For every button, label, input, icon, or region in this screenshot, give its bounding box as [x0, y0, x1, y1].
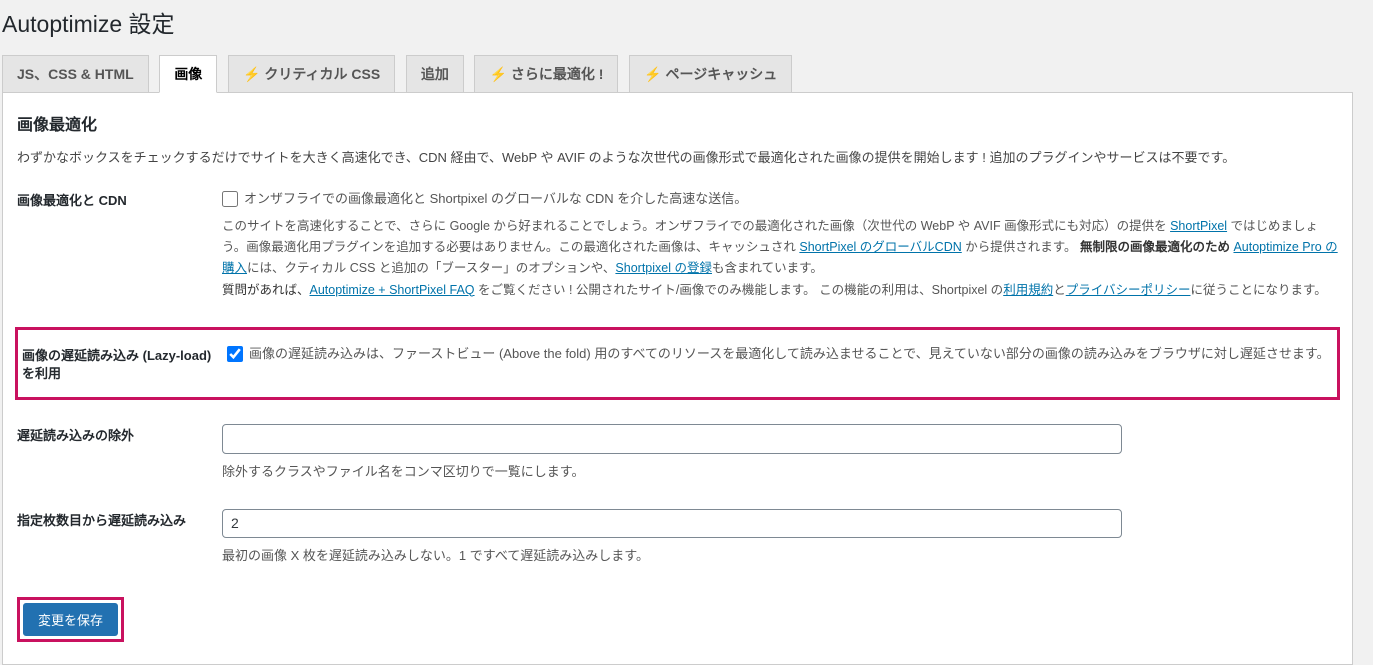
tab-critical-css[interactable]: ⚡クリティカル CSS — [228, 55, 395, 92]
desc-text: をご覧ください ! 公開されたサイト/画像でのみ機能します。 この機能の利用は、… — [475, 283, 1004, 297]
help-skip: 最初の画像 X 枚を遅延読み込みしない。1 ですべて遅延読み込みします。 — [222, 546, 1338, 567]
checkbox-label-lazy: 画像の遅延読み込みは、ファーストビュー (Above the fold) 用のす… — [249, 344, 1330, 365]
link-terms[interactable]: 利用規約 — [1003, 283, 1053, 297]
save-button[interactable]: 変更を保存 — [23, 603, 118, 636]
row-label-skip: 指定枚数目から遅延読み込み — [17, 509, 222, 530]
lightning-icon: ⚡ — [644, 66, 661, 82]
row-image-cdn: 画像最適化と CDN オンザフライでの画像最適化と Shortpixel のグロ… — [17, 189, 1338, 301]
section-title: 画像最適化 — [17, 111, 1338, 135]
settings-tabs: JS、CSS & HTML 画像 ⚡クリティカル CSS 追加 ⚡さらに最適化 … — [2, 54, 1353, 93]
tab-label: ページキャッシュ — [666, 66, 778, 82]
tab-images[interactable]: 画像 — [159, 55, 217, 93]
desc-text: も含まれています。 — [712, 261, 823, 275]
tab-page-cache[interactable]: ⚡ ページキャッシュ — [629, 55, 792, 92]
link-shortpixel[interactable]: ShortPixel — [1170, 219, 1227, 233]
desc-text: には、クティカル CSS と追加の「ブースター」のオプションや、 — [247, 261, 615, 275]
checkbox-lazy-load[interactable] — [227, 346, 243, 362]
settings-panel: 画像最適化 わずかなボックスをチェックするだけでサイトを大きく高速化でき、CDN… — [2, 93, 1353, 665]
desc-strong: 質問があれば、 — [222, 283, 310, 297]
lightning-icon: ⚡ — [243, 66, 260, 82]
link-privacy[interactable]: プライバシーポリシー — [1066, 283, 1191, 297]
desc-strong: 無制限の画像最適化のため — [1080, 240, 1230, 254]
link-shortpixel-register[interactable]: Shortpixel の登録 — [615, 261, 712, 275]
input-lazy-exclude[interactable] — [222, 424, 1122, 454]
desc-cdn: このサイトを高速化することで、さらに Google から好まれることでしょう。オ… — [222, 216, 1338, 280]
row-lazy-exclude: 遅延読み込みの除外 除外するクラスやファイル名をコンマ区切りで一覧にします。 — [17, 424, 1338, 482]
input-lazy-skip[interactable] — [222, 509, 1122, 539]
link-shortpixel-cdn[interactable]: ShortPixel のグローバルCDN — [799, 240, 961, 254]
checkbox-label-cdn: オンザフライでの画像最適化と Shortpixel のグローバルな CDN を介… — [244, 189, 747, 210]
row-label-cdn: 画像最適化と CDN — [17, 189, 222, 210]
highlight-save: 変更を保存 — [17, 597, 124, 642]
desc-text: から提供されます。 — [962, 240, 1080, 254]
tab-optimize-more[interactable]: ⚡ さらに最適化 ! — [474, 55, 618, 92]
desc-text: に従うことになります。 — [1190, 283, 1326, 297]
desc-text: と — [1053, 283, 1066, 297]
highlight-lazy-load: 画像の遅延読み込み (Lazy-load) を利用 画像の遅延読み込みは、ファー… — [15, 327, 1340, 400]
tab-label: クリティカル CSS — [264, 66, 380, 82]
section-intro: わずかなボックスをチェックするだけでサイトを大きく高速化でき、CDN 経由で、W… — [17, 147, 1338, 169]
tab-label: さらに最適化 ! — [511, 66, 604, 82]
row-lazy-skip: 指定枚数目から遅延読み込み 最初の画像 X 枚を遅延読み込みしない。1 ですべて… — [17, 509, 1338, 567]
desc-faq: 質問があれば、Autoptimize + ShortPixel FAQ をご覧く… — [222, 280, 1338, 301]
tab-js-css-html[interactable]: JS、CSS & HTML — [2, 55, 149, 92]
page-title: Autoptimize 設定 — [2, 10, 1353, 40]
lightning-icon: ⚡ — [489, 66, 506, 82]
help-exclude: 除外するクラスやファイル名をコンマ区切りで一覧にします。 — [222, 462, 1338, 483]
link-faq[interactable]: Autoptimize + ShortPixel FAQ — [310, 283, 475, 297]
checkbox-image-cdn[interactable] — [222, 191, 238, 207]
row-label-exclude: 遅延読み込みの除外 — [17, 424, 222, 445]
tab-extra[interactable]: 追加 — [406, 55, 464, 92]
row-label-lazy: 画像の遅延読み込み (Lazy-load) を利用 — [22, 344, 227, 383]
desc-text: このサイトを高速化することで、さらに Google から好まれることでしょう。オ… — [222, 219, 1170, 233]
